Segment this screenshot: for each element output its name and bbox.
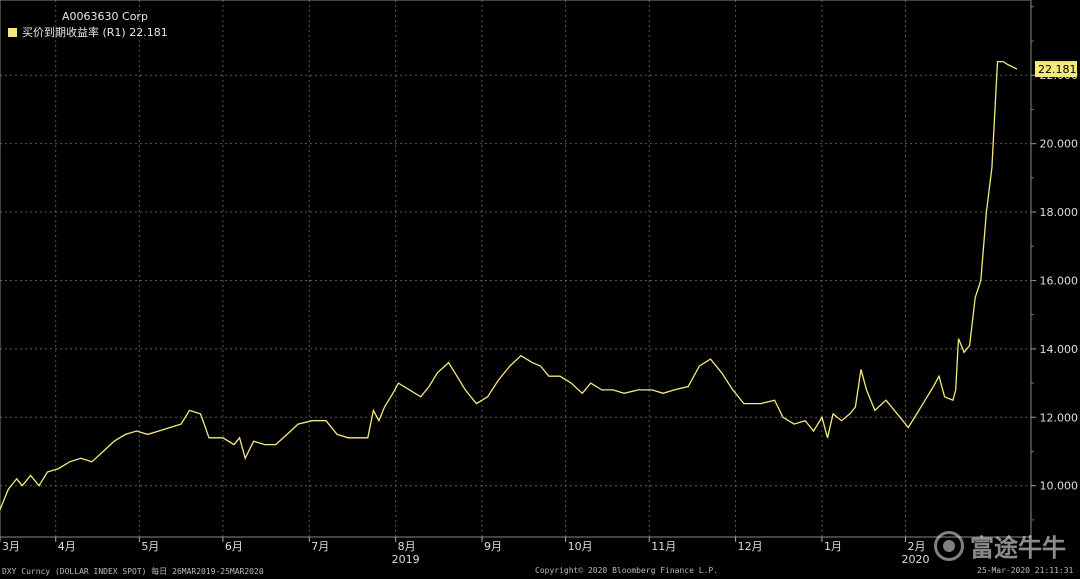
- x-tick-label: 3月: [2, 540, 20, 553]
- x-tick-label: 7月: [311, 540, 329, 553]
- footer-left: DXY Curncy (DOLLAR INDEX SPOT) 每日 26MAR2…: [2, 567, 264, 576]
- x-tick-label: 12月: [738, 540, 763, 553]
- legend-swatch-icon: [8, 27, 17, 37]
- y-axis: 10.00012.00014.00016.00018.00020.00022.0…: [1031, 6, 1079, 521]
- y-tick-label: 18.000: [1040, 206, 1079, 219]
- x-tick-label: 1月: [824, 540, 842, 553]
- watermark-text: 富途牛牛: [970, 534, 1066, 562]
- last-value-label: 22.181: [1038, 63, 1077, 76]
- y-tick-label: 16.000: [1040, 274, 1079, 287]
- y-tick-label: 14.000: [1040, 343, 1079, 356]
- x-tick-label: 11月: [651, 540, 676, 553]
- y-tick-label: 20.000: [1040, 138, 1079, 151]
- yield-line-chart: 3月 4月 5月 6月 7月 8月 9月 10月 11月 12月 1月 2月 2019 2020 10.0…: [0, 0, 1079, 566]
- legend-security: A0063630 Corp: [62, 10, 148, 23]
- y-tick-label: 10.000: [1040, 480, 1079, 493]
- last-value-badge: 22.181: [1035, 61, 1077, 78]
- legend-entry[interactable]: 买价到期收益率 (R1) 22.181: [8, 24, 168, 40]
- x-tick-label: 5月: [141, 540, 159, 553]
- x-tick-label: 2月: [908, 540, 926, 553]
- x-tick-label: 8月: [398, 540, 416, 553]
- footer-timestamp: 25-Mar-2020 21:11:31: [977, 566, 1074, 575]
- x-tick-label: 6月: [225, 540, 243, 553]
- plot-frame: [0, 0, 1032, 538]
- legend-series-label: 买价到期收益率 (R1) 22.181: [22, 26, 168, 39]
- footer-copyright: Copyright© 2020 Bloomberg Finance L.P.: [535, 566, 719, 575]
- y-tick-label: 12.000: [1040, 411, 1079, 424]
- x-year-label: 2019: [392, 553, 420, 566]
- x-tick-label: 4月: [58, 540, 76, 553]
- series-line: [0, 60, 1018, 510]
- chart-grid: [0, 0, 1031, 537]
- x-year-label: 2020: [902, 553, 930, 566]
- futu-logo-icon: [934, 530, 964, 561]
- x-tick-label: 9月: [484, 540, 502, 553]
- x-tick-label: 10月: [568, 540, 593, 553]
- watermark: 富途牛牛: [934, 528, 1066, 563]
- x-axis: 3月 4月 5月 6月 7月 8月 9月 10月 11月 12月 1月 2月 2019 2020: [0, 537, 930, 566]
